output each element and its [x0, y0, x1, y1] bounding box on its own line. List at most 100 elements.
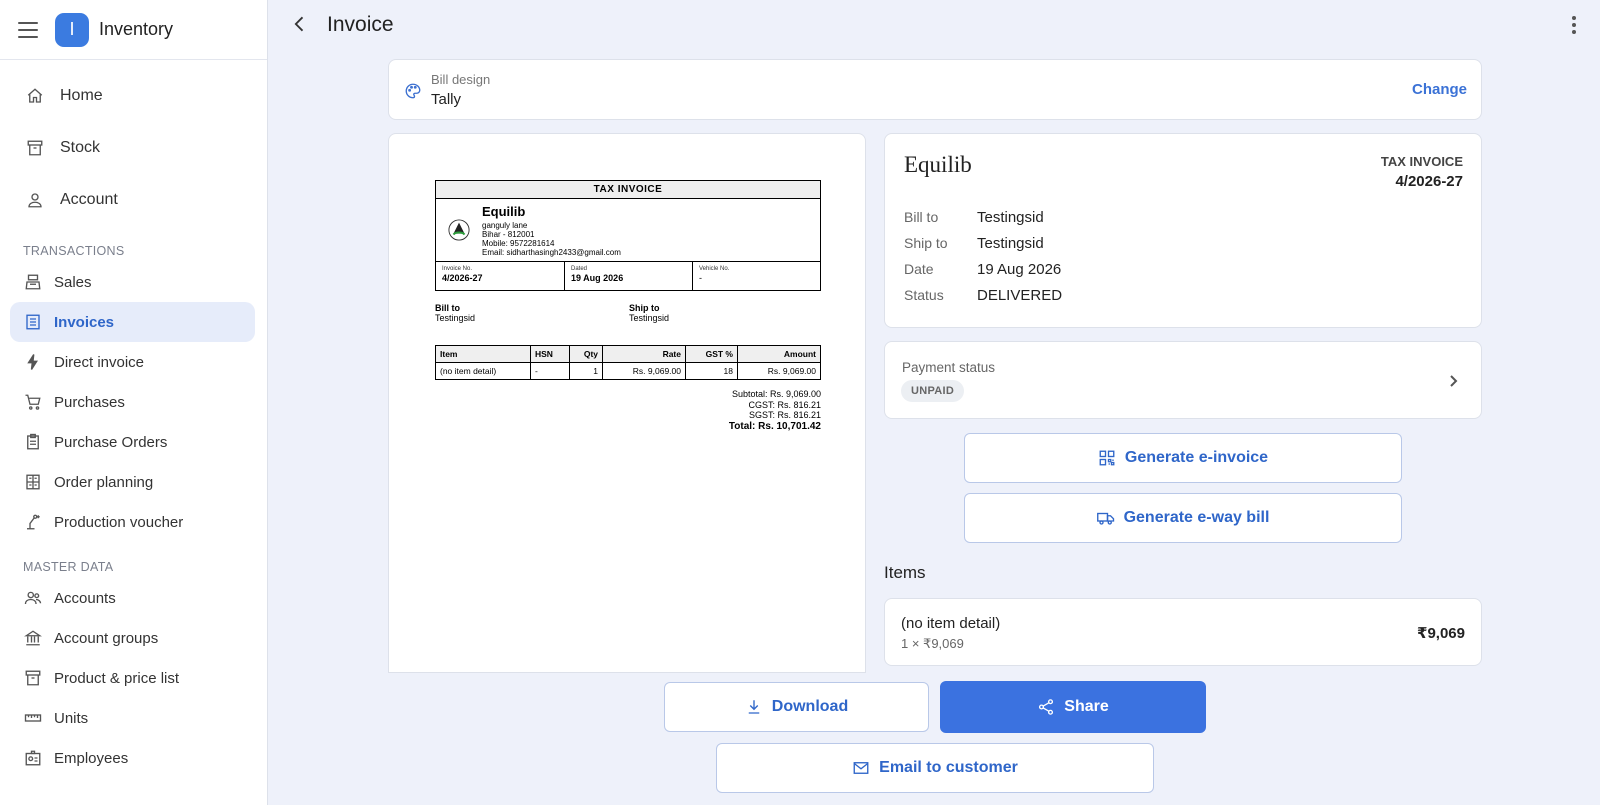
sidebar-item-label: Purchases [54, 393, 125, 411]
download-icon [745, 698, 763, 716]
invoice-doc-title: TAX INVOICE [436, 181, 820, 199]
back-arrow-icon[interactable] [290, 14, 310, 34]
sidebar-item-label: Product & price list [54, 669, 180, 687]
sidebar-item-label: Order planning [54, 473, 154, 491]
status-badge: UNPAID [901, 380, 965, 402]
generate-eway-bill-label: Generate e-way bill [1123, 509, 1270, 526]
download-label: Download [771, 698, 849, 715]
invoice-table-header: Item HSN Qty Rate GST % Amount [435, 345, 821, 363]
brand-bar: I Inventory [0, 0, 267, 60]
invoice-address-line1: ganguly lane [482, 221, 528, 230]
invoice-meta-row: Invoice No. 4/2026-27 Dated 19 Aug 2026 … [436, 262, 820, 290]
home-icon [24, 87, 46, 105]
cell-hsn: - [530, 362, 570, 380]
item-amount: ₹9,069 [1417, 625, 1465, 642]
list-icon [24, 313, 42, 331]
sidebar-item-invoices[interactable]: Invoices [10, 302, 255, 342]
sidebar-item-purchase-orders[interactable]: Purchase Orders [10, 422, 255, 462]
ruler-icon [24, 709, 42, 727]
sidebar-item-sales[interactable]: Sales [10, 262, 255, 302]
sidebar-item-label: Invoices [54, 313, 115, 331]
invoice-address-line2: Bihar - 812001 [482, 230, 535, 239]
sidebar-item-label: Stock [60, 139, 101, 156]
invoice-dated-value: 19 Aug 2026 [571, 273, 624, 283]
item-name: (no item detail) [901, 615, 1001, 632]
share-label: Share [1064, 698, 1109, 715]
menu-icon[interactable] [18, 21, 38, 38]
summary-date-label: Date [904, 261, 934, 277]
item-quantity-rate: 1 × ₹9,069 [901, 636, 964, 651]
mail-icon [852, 759, 870, 777]
invoice-email: Email: sidharthasingh2433@gmail.com [482, 248, 621, 257]
email-to-customer-button[interactable]: Email to customer [716, 743, 1154, 793]
calculator-icon [24, 473, 42, 491]
col-gst: GST % [685, 345, 738, 363]
sidebar-item-employees[interactable]: Employees [10, 738, 255, 778]
app-logo: I [55, 12, 89, 47]
col-rate: Rate [602, 345, 686, 363]
sidebar-item-label: Units [54, 709, 89, 727]
invoice-no-cell: Invoice No. 4/2026-27 [436, 262, 565, 290]
sidebar-item-accounts[interactable]: Accounts [10, 578, 255, 618]
archive-icon [24, 139, 46, 157]
sidebar-item-label: Employees [54, 749, 129, 767]
sidebar-item-purchases[interactable]: Purchases [10, 382, 255, 422]
summary-doc-number: 4/2026-27 [1395, 173, 1463, 190]
invoice-company-name: Equilib [482, 204, 526, 219]
invoice-preview: TAX INVOICE Equilib ganguly lane Bihar -… [388, 133, 866, 673]
email-to-customer-label: Email to customer [879, 759, 1018, 776]
share-icon [1037, 698, 1055, 716]
section-transactions: TRANSACTIONS [23, 244, 125, 258]
payment-status-row[interactable]: Payment status UNPAID [884, 341, 1482, 419]
users-icon [24, 589, 42, 607]
invoice-ship-to-label: Ship to [629, 303, 660, 313]
change-button[interactable]: Change [1412, 81, 1467, 98]
generate-einvoice-button[interactable]: Generate e-invoice [964, 433, 1402, 483]
sidebar-item-account[interactable]: Account [10, 174, 255, 226]
invoice-ship-to: Ship to Testingsid [629, 303, 669, 323]
invoice-vehicle-cell: Vehicle No. - [693, 262, 820, 290]
invoice-company-block: Equilib ganguly lane Bihar - 812001 Mobi… [436, 199, 820, 262]
invoice-parties: Bill to Testingsid Ship to Testingsid [435, 303, 821, 337]
bill-design-value: Tally [431, 91, 462, 108]
col-item: Item [435, 345, 531, 363]
payment-status-label: Payment status [902, 360, 996, 375]
sidebar: I Inventory Home Stock Account TRANSACTI… [0, 0, 268, 805]
sidebar-item-order-planning[interactable]: Order planning [10, 462, 255, 502]
invoice-total: Total: Rs. 10,701.42 [728, 420, 821, 432]
sidebar-item-production-voucher[interactable]: Production voucher [10, 502, 255, 542]
col-hsn: HSN [530, 345, 570, 363]
robot-arm-icon [24, 513, 42, 531]
sidebar-item-home[interactable]: Home [10, 70, 255, 122]
sidebar-item-direct-invoice[interactable]: Direct invoice [10, 342, 255, 382]
invoice-subtotal: Subtotal: Rs. 9,069.00 [731, 389, 821, 399]
summary-status-value: DELIVERED [977, 287, 1063, 304]
share-button[interactable]: Share [940, 681, 1206, 733]
invoice-bill-to: Bill to Testingsid [435, 303, 475, 323]
invoice-no-label: Invoice No. [442, 266, 473, 272]
items-heading: Items [884, 563, 926, 582]
cart-icon [24, 393, 42, 411]
generate-einvoice-label: Generate e-invoice [1124, 449, 1269, 466]
summary-ship-to: Ship to Testingsid [904, 235, 1044, 252]
section-master-data: MASTER DATA [23, 560, 114, 574]
sidebar-item-units[interactable]: Units [10, 698, 255, 738]
summary-bill-to-value: Testingsid [977, 209, 1044, 226]
summary-date-value: 19 Aug 2026 [977, 261, 1062, 278]
invoice-bill-to-value: Testingsid [435, 313, 476, 323]
invoice-document: TAX INVOICE Equilib ganguly lane Bihar -… [435, 180, 821, 432]
more-vertical-icon[interactable] [1572, 16, 1576, 34]
generate-eway-bill-button[interactable]: Generate e-way bill [964, 493, 1402, 543]
bolt-icon [24, 353, 42, 371]
cell-amount: Rs. 9,069.00 [737, 362, 821, 380]
chevron-right-icon [1447, 374, 1459, 388]
sidebar-item-stock[interactable]: Stock [10, 122, 255, 174]
invoice-items-table: Item HSN Qty Rate GST % Amount (no item … [435, 345, 821, 380]
sidebar-item-label: Purchase Orders [54, 433, 168, 451]
summary-company-name: Equilib [904, 152, 972, 177]
sidebar-item-account-groups[interactable]: Account groups [10, 618, 255, 658]
download-button[interactable]: Download [664, 682, 929, 732]
sidebar-item-label: Sales [54, 273, 92, 291]
list-item[interactable]: (no item detail) 1 × ₹9,069 ₹9,069 [884, 598, 1482, 666]
sidebar-item-product-price-list[interactable]: Product & price list [10, 658, 255, 698]
